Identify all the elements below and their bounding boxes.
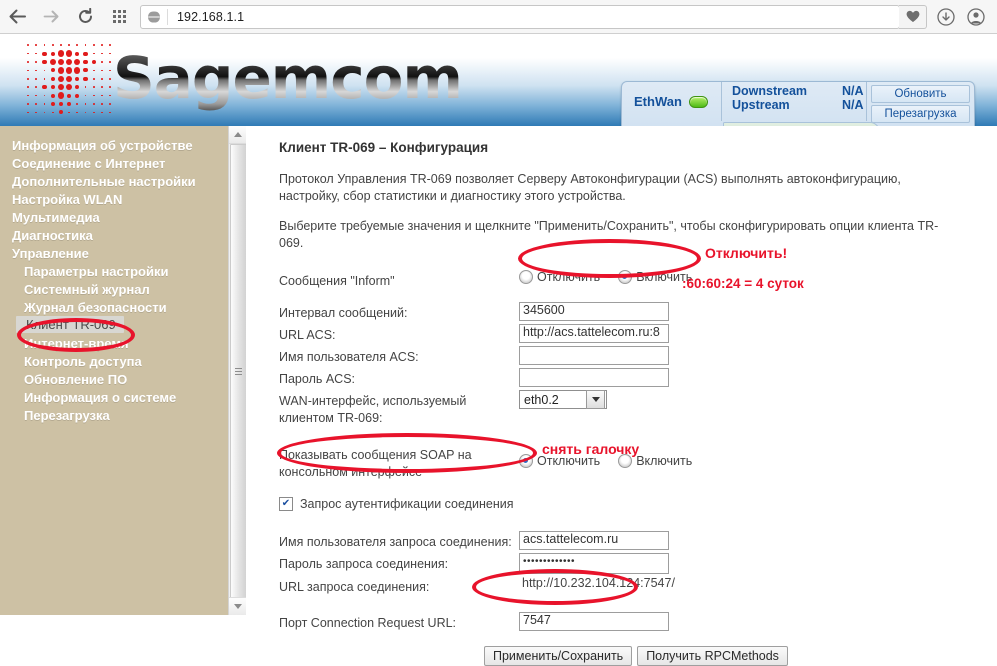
auth-checkbox-row[interactable]: ✔ Запрос аутентификации соединения [279,497,997,511]
scroll-down-button[interactable] [229,597,246,615]
chevron-down-icon[interactable] [586,390,605,409]
cr-user-row: Имя пользователя запроса соединения: acs… [279,531,997,551]
sidebar-item-3[interactable]: Настройка WLAN [0,190,228,208]
cr-password-label: Пароль запроса соединения: [279,557,449,571]
interval-label: Интервал сообщений: [279,306,408,320]
stream-rates: Downstream N/A Upstream N/A [722,82,866,121]
cr-url-label: URL запроса соединения: [279,580,430,594]
ethwan-label: EthWan [634,94,682,109]
page-header: Sagemcom EthWan Downstream N/A Upstream … [0,34,997,126]
forward-arrow-icon[interactable] [34,0,68,33]
inform-radio-on[interactable] [618,270,633,284]
sidebar-item-15[interactable]: Перезагрузка [0,406,228,424]
soap-label: Показывать сообщения SOAP на консольном … [279,448,472,479]
url-text: 192.168.1.1 [177,9,245,24]
form-buttons: Применить/Сохранить Получить RPCMethods [484,646,997,666]
acs-password-input[interactable] [519,368,669,387]
tattelecom-dot-logo [24,41,114,119]
inform-radio-off-label: Отключить [537,270,601,284]
apps-grid-icon[interactable] [102,0,136,33]
acs-url-row: URL ACS: http://acs.tattelecom.ru:8 [279,324,997,344]
cr-pass-row: Пароль запроса соединения: ••••••••••••• [279,553,997,574]
sidebar-item-9[interactable]: Журнал безопасности [0,298,228,316]
get-rpc-methods-button[interactable]: Получить RPCMethods [637,646,788,666]
port-row: Порт Connection Request URL: 7547 [279,612,997,632]
sidebar-item-2[interactable]: Дополнительные настройки [0,172,228,190]
sidebar-item-4[interactable]: Мультимедиа [0,208,228,226]
cr-url-value: http://10.232.104.124:7547/ [522,576,675,590]
auth-checkbox-label: Запрос аутентификации соединения [300,497,514,511]
main-panel: Клиент TR-069 – Конфигурация Протокол Уп… [246,126,997,666]
sidebar-item-7[interactable]: Параметры настройки [0,262,228,280]
upstream-value: N/A [842,98,864,112]
sidebar-item-6[interactable]: Управление [0,244,228,262]
browser-window: 192.168.1.1 Sagemcom EthWan Downstream N… [0,0,997,666]
status-panel: EthWan Downstream N/A Upstream N/A Обнов… [621,81,975,126]
interval-input[interactable]: 345600 [519,302,669,321]
annotation-uncheck-text: снять галочку [542,441,640,457]
ethwan-led-icon [688,95,708,108]
heart-icon[interactable] [899,4,927,29]
acs-url-input[interactable]: http://acs.tattelecom.ru:8 [519,324,669,343]
cr-url-row: URL запроса соединения: http://10.232.10… [279,576,997,596]
sidebar-item-8[interactable]: Системный журнал [0,280,228,298]
inform-radio-group[interactable]: Отключить Включить [519,270,706,284]
sidebar-item-12[interactable]: Контроль доступа [0,352,228,370]
reload-icon[interactable] [68,0,102,33]
sidebar-menu: Информация об устройстве Соединение с Инт… [0,126,228,615]
profile-icon[interactable] [961,0,991,33]
auth-checkbox[interactable]: ✔ [279,497,293,511]
soap-radio-on-label: Включить [636,454,693,468]
port-label: Порт Connection Request URL: [279,616,457,630]
page-title: Клиент TR-069 – Конфигурация [279,140,489,155]
wan-interface-value: eth0.2 [524,392,559,407]
inform-label: Сообщения "Inform" [279,274,395,288]
content-area: Информация об устройстве Соединение с Инт… [0,126,997,666]
downstream-value: N/A [842,84,864,98]
interval-row: Интервал сообщений: 345600 [279,302,997,322]
download-icon[interactable] [931,0,961,33]
acs-user-row: Имя пользователя ACS: [279,346,997,366]
scroll-thumb[interactable] [230,144,247,598]
wan-interface-row: WAN-интерфейс, используемый клиентом TR-… [279,390,997,427]
scroll-up-button[interactable] [229,126,246,144]
downstream-label: Downstream [732,84,808,98]
cr-password-input[interactable]: ••••••••••••• [519,553,669,574]
sidebar-item-11[interactable]: Интернет-время [0,334,228,352]
description-paragraph-2: Выберите требуемые значения и щелкните "… [279,219,939,250]
acs-user-input[interactable] [519,346,669,365]
apply-save-button[interactable]: Применить/Сохранить [484,646,633,666]
back-arrow-icon[interactable] [0,0,34,33]
annotation-disable-text: Отключить! [705,245,788,261]
soap-radio-off[interactable] [519,454,533,468]
page-scrollbar[interactable] [228,126,247,615]
acs-password-label: Пароль ACS: [279,372,356,386]
refresh-button[interactable]: Обновить [871,85,970,103]
toolbar-right-icons [927,0,997,33]
sidebar-item-1[interactable]: Соединение с Интернет [0,154,228,172]
sidebar-item-0[interactable]: Информация об устройстве [0,136,228,154]
annotation-interval-math: :60:60:24 = 4 суток [682,276,804,291]
acs-url-label: URL ACS: [279,328,336,342]
address-bar[interactable]: 192.168.1.1 [140,4,900,29]
cr-user-label: Имя пользователя запроса соединения: [279,535,512,549]
sidebar-item-14[interactable]: Информация о системе [0,388,228,406]
sidebar-item-13[interactable]: Обновление ПО [0,370,228,388]
wan-interface-label: WAN-интерфейс, используемый клиентом TR-… [279,394,467,425]
acs-pass-row: Пароль ACS: [279,368,997,388]
inform-row: Сообщения "Inform" Отключить Включить [279,270,997,290]
sidebar-item-5[interactable]: Диагностика [0,226,228,244]
browser-toolbar: 192.168.1.1 [0,0,997,34]
globe-icon [141,8,168,25]
scroll-grip-icon [235,366,242,377]
wan-interface-select[interactable]: eth0.2 [519,390,607,409]
cr-user-input[interactable]: acs.tattelecom.ru [519,531,669,550]
upstream-label: Upstream [732,98,790,112]
inform-radio-off[interactable] [519,270,533,284]
ethwan-status: EthWan [622,82,722,121]
sidebar-item-10[interactable]: Клиент TR-069 [16,316,124,333]
sagemcom-wordmark: Sagemcom [113,44,463,112]
description-paragraph-1: Протокол Управления TR-069 позволяет Сер… [279,172,901,203]
acs-user-label: Имя пользователя ACS: [279,350,419,364]
